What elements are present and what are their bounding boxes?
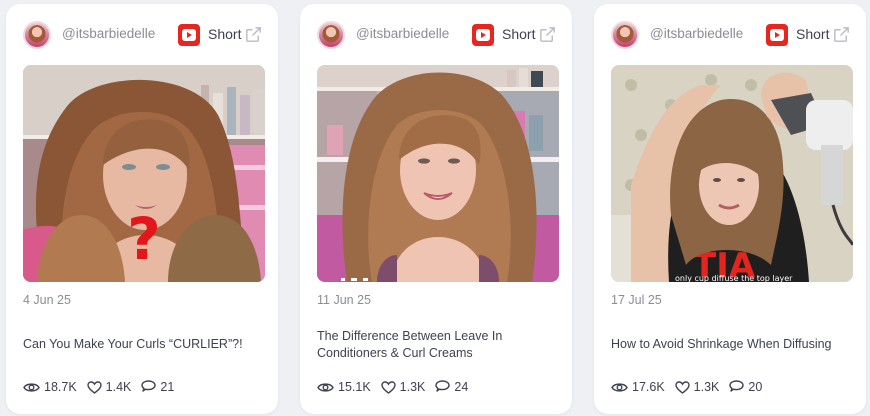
video-thumbnail[interactable]: TIA only cup diffuse the top layer [611,65,853,282]
likes-count: 1.4K [105,380,132,394]
views-stat: 15.1K [317,380,371,394]
avatar[interactable] [23,21,51,49]
avatar[interactable] [317,21,345,49]
comments-stat: 21 [141,380,174,394]
video-type-label: Short [502,26,536,42]
card-header: @itsbarbiedelle Short [6,4,278,66]
likes-count: 1.3K [399,380,426,394]
video-thumbnail[interactable]: ? [23,65,265,282]
avatar[interactable] [611,21,639,49]
caption-overlay: only cup diffuse the top layer [675,274,793,282]
comments-count: 24 [454,380,469,394]
video-card[interactable]: @itsbarbiedelle Short [6,4,278,414]
engagement-stats: 17.6K 1.3K 20 [611,378,772,396]
video-thumbnail[interactable] [317,65,559,282]
views-stat: 18.7K [23,380,77,394]
external-link-icon[interactable] [538,25,557,44]
card-header: @itsbarbiedelle Short [594,4,866,66]
views-count: 18.7K [44,380,77,394]
engagement-stats: 18.7K 1.4K 21 [23,378,184,396]
eye-icon [611,382,628,392]
comments-count: 21 [160,380,175,394]
likes-stat: 1.3K [674,380,720,394]
heart-icon [380,380,396,394]
speech-bubble-icon [435,380,451,392]
views-count: 15.1K [338,380,371,394]
external-link-icon[interactable] [244,25,263,44]
heart-icon [86,380,102,394]
speech-bubble-icon [729,380,745,392]
comments-count: 20 [748,380,763,394]
video-card[interactable]: @itsbarbiedelle Short [300,4,572,414]
eye-icon [23,382,40,392]
youtube-icon [472,24,494,46]
views-stat: 17.6K [611,380,665,394]
video-type-label: Short [208,26,242,42]
likes-stat: 1.3K [380,380,426,394]
likes-stat: 1.4K [86,380,132,394]
engagement-stats: 15.1K 1.3K 24 [317,378,478,396]
likes-count: 1.3K [693,380,720,394]
eye-icon [317,382,334,392]
youtube-icon [178,24,200,46]
youtube-icon [766,24,788,46]
speech-bubble-icon [141,380,157,392]
external-link-icon[interactable] [832,25,851,44]
heart-icon [674,380,690,394]
publish-date: 17 Jul 25 [611,293,662,307]
publish-date: 4 Jun 25 [23,293,71,307]
creator-handle[interactable]: @itsbarbiedelle [356,26,449,41]
card-header: @itsbarbiedelle Short [300,4,572,66]
views-count: 17.6K [632,380,665,394]
comments-stat: 24 [435,380,468,394]
creator-handle[interactable]: @itsbarbiedelle [62,26,155,41]
video-card[interactable]: @itsbarbiedelle Short TIA only cup diffu… [594,4,866,414]
creator-handle[interactable]: @itsbarbiedelle [650,26,743,41]
video-title[interactable]: The Difference Between Leave In Conditio… [317,328,562,362]
video-title[interactable]: Can You Make Your Curls “CURLIER”?! [23,336,268,353]
video-title[interactable]: How to Avoid Shrinkage When Diffusing [611,336,856,353]
video-type-label: Short [796,26,830,42]
publish-date: 11 Jun 25 [317,293,371,307]
comments-stat: 20 [729,380,762,394]
question-mark-overlay: ? [127,205,161,273]
